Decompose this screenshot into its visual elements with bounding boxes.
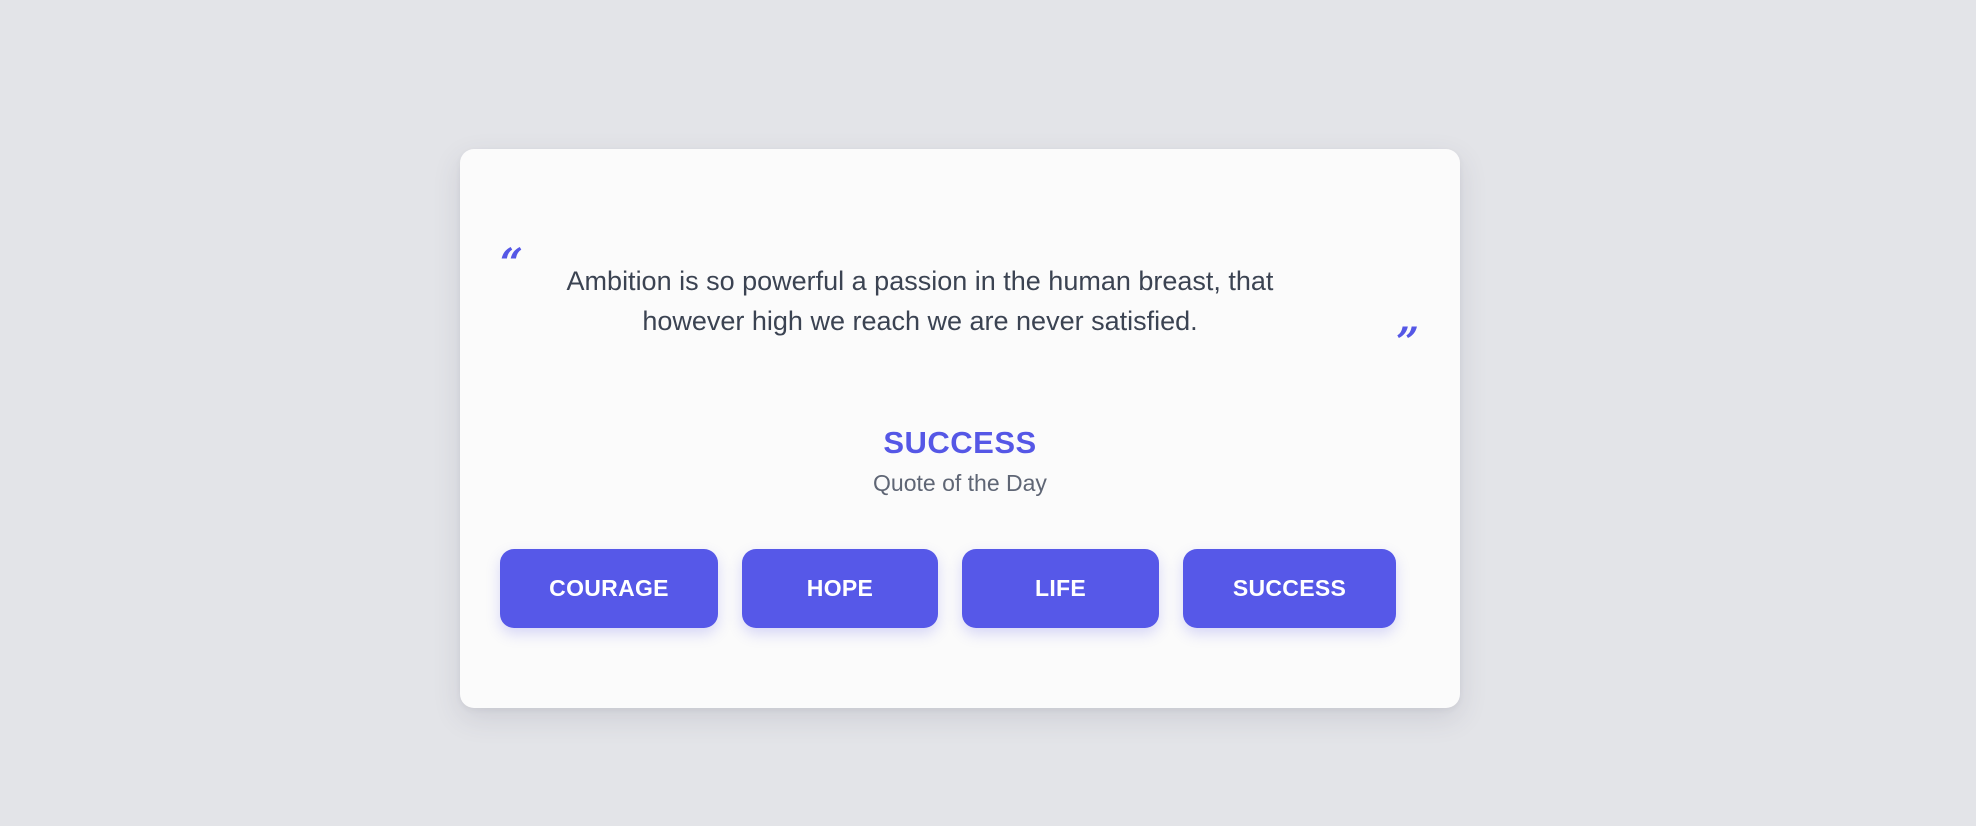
open-quote-icon: “: [500, 240, 524, 287]
success-button[interactable]: SUCCESS: [1183, 549, 1396, 628]
category-title: SUCCESS: [883, 425, 1037, 460]
quote-card: “ Ambition is so powerful a passion in t…: [460, 149, 1460, 708]
quote-text: Ambition is so powerful a passion in the…: [566, 266, 1274, 336]
quote-of-the-day-label: Quote of the Day: [873, 470, 1047, 496]
courage-button[interactable]: COURAGE: [500, 549, 718, 628]
hope-button[interactable]: HOPE: [742, 549, 938, 628]
close-quote-icon: ”: [1396, 319, 1420, 366]
life-button[interactable]: LIFE: [962, 549, 1159, 628]
